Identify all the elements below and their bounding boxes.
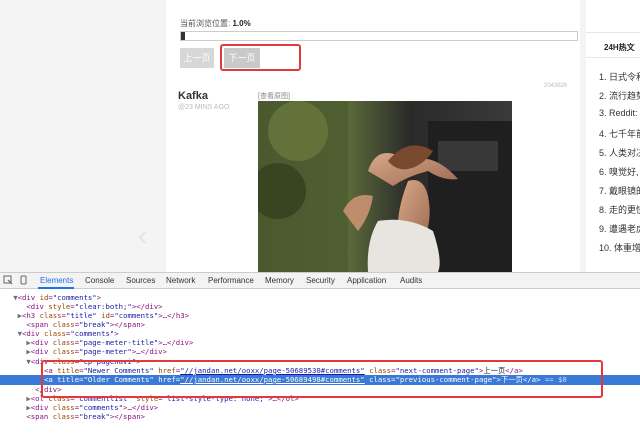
tab-application[interactable]: Application bbox=[347, 276, 386, 285]
web-page: 当前浏览位置: 1.0% 上一页 下一页 Kafka @23 MINS AGO … bbox=[0, 0, 640, 272]
hot-item-8[interactable]: 8. 走的更快 bbox=[599, 203, 640, 216]
hot-item-7[interactable]: 7. 戴眼镜的 bbox=[599, 184, 640, 197]
post-author[interactable]: Kafka bbox=[178, 90, 208, 102]
prev-page-button[interactable]: 上一页 bbox=[180, 48, 214, 68]
hot-item-2[interactable]: 2. 流行趋势 bbox=[599, 89, 640, 102]
devtools-toolbar: Elements Console Sources Network Perform… bbox=[0, 273, 640, 289]
hot-item-1[interactable]: 1. 日式令和 bbox=[599, 70, 640, 83]
devtools-panel: Elements Console Sources Network Perform… bbox=[0, 272, 640, 440]
post-time: @23 MINS AGO bbox=[178, 104, 230, 111]
active-tab-indicator bbox=[38, 287, 74, 289]
hot-item-4[interactable]: 4. 七千年前 bbox=[599, 127, 640, 140]
tab-elements[interactable]: Elements bbox=[40, 276, 73, 285]
progress-fill bbox=[181, 32, 185, 40]
tab-performance[interactable]: Performance bbox=[208, 276, 254, 285]
sidebar-title: 24H热文 bbox=[604, 43, 635, 52]
progress-label: 当前浏览位置: 1.0% bbox=[180, 19, 251, 28]
dom-node-div-comments-2[interactable]: ▶<div class="comments">…</div> bbox=[0, 403, 640, 412]
tab-security[interactable]: Security bbox=[306, 276, 335, 285]
chevron-left-icon[interactable]: ‹ bbox=[138, 222, 147, 250]
hot-item-6[interactable]: 6. 嗅觉好, bbox=[599, 165, 639, 178]
hot-item-10[interactable]: 10. 体重增加 bbox=[599, 241, 640, 254]
view-original-link[interactable]: [查看原图] bbox=[258, 91, 290, 101]
inspect-icon[interactable] bbox=[3, 275, 13, 285]
dom-node-page-meter-title[interactable]: ▶<div class="page-meter-title">…</div> bbox=[0, 338, 640, 347]
tab-audits[interactable]: Audits bbox=[400, 276, 422, 285]
tab-memory[interactable]: Memory bbox=[265, 276, 294, 285]
highlight-box-buttons bbox=[220, 44, 301, 71]
dom-node-div-comments-inner[interactable]: ▼<div class="comments"> bbox=[0, 329, 640, 338]
tab-network[interactable]: Network bbox=[166, 276, 195, 285]
hot-item-9[interactable]: 9. 遭遇老虎 bbox=[599, 222, 640, 235]
dom-node-div-clear[interactable]: <div style="clear:both;"></div> bbox=[0, 302, 640, 311]
hot-item-5[interactable]: 5. 人类对决 bbox=[599, 146, 640, 159]
sidebar: 24H热文 1. 日式令和 2. 流行趋势 3. Reddit: 4. 七千年前… bbox=[586, 0, 640, 272]
dom-node-span-break[interactable]: <span class="break"></span> bbox=[0, 320, 640, 329]
progress-bar bbox=[180, 31, 578, 41]
tab-console[interactable]: Console bbox=[85, 276, 114, 285]
dom-node-h3-title[interactable]: ▶<h3 class="title" id="comments">…</h3> bbox=[0, 311, 640, 320]
device-toggle-icon[interactable] bbox=[18, 275, 28, 285]
dom-node-div-comments[interactable]: ▼<div id="comments"> bbox=[0, 293, 640, 302]
progress-value: 1.0% bbox=[232, 19, 251, 28]
dom-node-page-meter[interactable]: ▶<div class="page-meter">…</div> bbox=[0, 347, 640, 356]
post-photo[interactable] bbox=[258, 101, 512, 272]
tab-sources[interactable]: Sources bbox=[126, 276, 155, 285]
sidebar-header: 24H热文 bbox=[586, 32, 640, 58]
highlight-box-code bbox=[41, 360, 603, 398]
photo-illustration bbox=[258, 101, 512, 272]
main-column: 当前浏览位置: 1.0% 上一页 下一页 Kafka @23 MINS AGO … bbox=[166, 0, 580, 272]
dom-node-span-break-2[interactable]: <span class="break"></span> bbox=[0, 412, 640, 421]
comment-id: 2043826 bbox=[544, 83, 568, 89]
hot-item-3[interactable]: 3. Reddit: bbox=[599, 108, 638, 118]
